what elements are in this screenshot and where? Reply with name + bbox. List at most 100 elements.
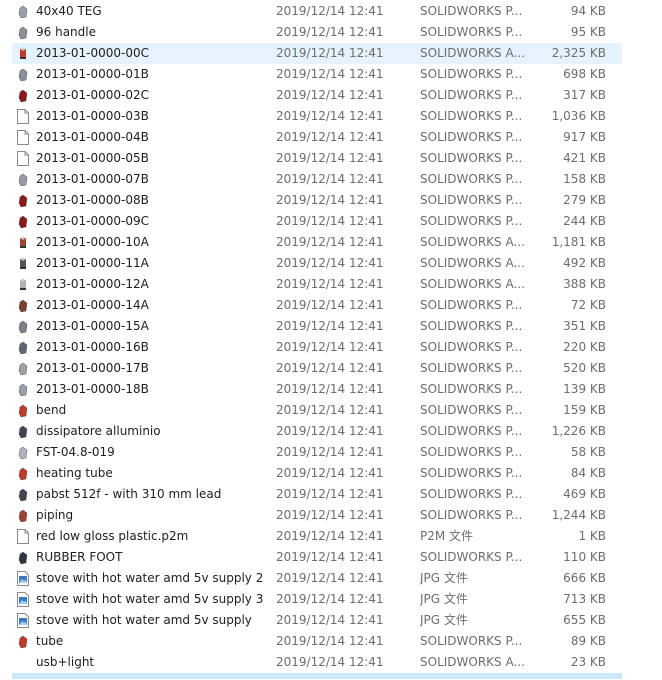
file-name: 2013-01-0000-05B — [36, 151, 149, 165]
file-name: pabst 512f - with 310 mm lead — [36, 487, 222, 501]
file-size: 469 KB — [563, 487, 606, 501]
file-row[interactable]: bend 2019/12/14 12:41 SOLIDWORKS P... 159 K… — [12, 400, 622, 421]
file-row[interactable]: 2013-01-0000-15A 2019/12/14 12:41 SOLIDWOR… — [12, 316, 622, 337]
file-row[interactable]: 2013-01-0000-14A 2019/12/14 12:41 SOLIDWOR… — [12, 295, 622, 316]
file-row[interactable]: pabst 512f - with 310 mm lead 2019/12/14 … — [12, 484, 622, 505]
file-row[interactable]: piping 2019/12/14 12:41 SOLIDWORKS P... 1,2… — [12, 505, 622, 526]
file-type: SOLIDWORKS P... — [420, 319, 523, 333]
file-type: SOLIDWORKS P... — [420, 172, 523, 186]
file-date: 2019/12/14 12:41 — [276, 151, 384, 165]
file-type: SOLIDWORKS P... — [420, 298, 523, 312]
file-size: 220 KB — [563, 340, 606, 354]
file-name: 2013-01-0000-03B — [36, 109, 149, 123]
file-date: 2019/12/14 12:41 — [276, 550, 384, 564]
file-row[interactable]: 96 handle 2019/12/14 12:41 SOLIDWORKS P...… — [12, 22, 622, 43]
part-icon — [15, 338, 31, 357]
part-icon — [15, 380, 31, 399]
file-row[interactable]: 2013-01-0000-11A 2019/12/14 12:41 SOLIDWOR… — [12, 253, 622, 274]
part-icon — [15, 296, 31, 315]
file-date: 2019/12/14 12:41 — [276, 634, 384, 648]
file-date: 2019/12/14 12:41 — [276, 172, 384, 186]
file-type: SOLIDWORKS P... — [420, 25, 523, 39]
file-name: 2013-01-0000-12A — [36, 277, 149, 291]
file-row[interactable]: stove with hot water amd 5v supply 2019/1… — [12, 610, 622, 631]
file-row[interactable]: 2013-01-0000-01B 2019/12/14 12:41 SOLIDWOR… — [12, 64, 622, 85]
file-size: 279 KB — [563, 193, 606, 207]
file-type: SOLIDWORKS P... — [420, 508, 523, 522]
file-type: SOLIDWORKS P... — [420, 214, 523, 228]
file-name: FST-04.8-019 — [36, 445, 115, 459]
file-date: 2019/12/14 12:41 — [276, 277, 384, 291]
file-name: 2013-01-0000-15A — [36, 319, 149, 333]
file-name: stove with hot water amd 5v supply 2 — [36, 571, 264, 585]
file-row[interactable]: 2013-01-0000-10A 2019/12/14 12:41 SOLIDWOR… — [12, 232, 622, 253]
file-row[interactable]: tube 2019/12/14 12:41 SOLIDWORKS P... 89 KB — [12, 631, 622, 652]
file-row[interactable]: 2013-01-0000-12A 2019/12/14 12:41 SOLIDWOR… — [12, 274, 622, 295]
part-icon — [15, 359, 31, 378]
file-size: 158 KB — [563, 172, 606, 186]
file-type: SOLIDWORKS A... — [420, 46, 525, 60]
file-name: stove with hot water amd 5v supply — [36, 613, 252, 627]
file-row[interactable]: 2013-01-0000-05B 2019/12/14 12:41 SOLIDWOR… — [12, 148, 622, 169]
part-icon — [15, 506, 31, 525]
file-name: 2013-01-0000-02C — [36, 88, 149, 102]
file-row[interactable]: dissipatore alluminio 2019/12/14 12:41 SOL… — [12, 421, 622, 442]
file-name: 40x40 TEG — [36, 4, 102, 18]
file-row[interactable]: usb+light 2019/12/14 12:41 SOLIDWORKS A...… — [12, 652, 622, 673]
assembly-icon — [15, 44, 31, 63]
file-type: SOLIDWORKS P... — [420, 88, 523, 102]
file-type: SOLIDWORKS A... — [420, 277, 525, 291]
file-name: heating tube — [36, 466, 113, 480]
file-size: 95 KB — [570, 25, 606, 39]
file-size: 655 KB — [563, 613, 606, 627]
file-row-partial[interactable] — [12, 673, 622, 679]
file-date: 2019/12/14 12:41 — [276, 67, 384, 81]
file-date: 2019/12/14 12:41 — [276, 109, 384, 123]
file-date: 2019/12/14 12:41 — [276, 25, 384, 39]
file-type: SOLIDWORKS P... — [420, 151, 523, 165]
file-row[interactable]: RUBBER FOOT 2019/12/14 12:41 SOLIDWORKS P.… — [12, 547, 622, 568]
file-date: 2019/12/14 12:41 — [276, 361, 384, 375]
file-date: 2019/12/14 12:41 — [276, 235, 384, 249]
file-size: 1,244 KB — [551, 508, 606, 522]
blank-file-icon — [15, 149, 31, 168]
blank-file-icon — [15, 128, 31, 147]
file-size: 1 KB — [578, 529, 606, 543]
file-row[interactable]: 40x40 TEG 2019/12/14 12:41 SOLIDWORKS P...… — [12, 1, 622, 22]
file-row[interactable]: red low gloss plastic.p2m 2019/12/14 12:4… — [12, 526, 622, 547]
file-row[interactable]: 2013-01-0000-03B 2019/12/14 12:41 SOLIDWOR… — [12, 106, 622, 127]
file-row[interactable]: 2013-01-0000-04B 2019/12/14 12:41 SOLIDWOR… — [12, 127, 622, 148]
file-type: SOLIDWORKS A... — [420, 256, 525, 270]
file-row[interactable]: 2013-01-0000-02C 2019/12/14 12:41 SOLIDWOR… — [12, 85, 622, 106]
file-row[interactable]: stove with hot water amd 5v supply 2 2019… — [12, 568, 622, 589]
file-row[interactable]: 2013-01-0000-08B 2019/12/14 12:41 SOLIDWOR… — [12, 190, 622, 211]
file-row[interactable]: 2013-01-0000-16B 2019/12/14 12:41 SOLIDWOR… — [12, 337, 622, 358]
file-row[interactable]: 2013-01-0000-00C 2019/12/14 12:41 SOLIDWOR… — [12, 43, 622, 64]
file-name: 2013-01-0000-18B — [36, 382, 149, 396]
file-row[interactable]: stove with hot water amd 5v supply 3 2019… — [12, 589, 622, 610]
part-icon — [15, 443, 31, 462]
file-name: tube — [36, 634, 64, 648]
file-row[interactable]: 2013-01-0000-17B 2019/12/14 12:41 SOLIDWOR… — [12, 358, 622, 379]
file-date: 2019/12/14 12:41 — [276, 130, 384, 144]
file-date: 2019/12/14 12:41 — [276, 592, 384, 606]
file-date: 2019/12/14 12:41 — [276, 403, 384, 417]
part-icon — [15, 464, 31, 483]
file-type: SOLIDWORKS P... — [420, 424, 523, 438]
file-row[interactable]: FST-04.8-019 2019/12/14 12:41 SOLIDWORKS P… — [12, 442, 622, 463]
file-type: SOLIDWORKS P... — [420, 487, 523, 501]
file-name: 2013-01-0000-09C — [36, 214, 149, 228]
part-icon — [15, 485, 31, 504]
part-icon — [15, 317, 31, 336]
file-row[interactable]: 2013-01-0000-09C 2019/12/14 12:41 SOLIDWOR… — [12, 211, 622, 232]
file-type: SOLIDWORKS P... — [420, 634, 523, 648]
file-date: 2019/12/14 12:41 — [276, 508, 384, 522]
file-type: SOLIDWORKS A... — [420, 235, 525, 249]
file-row[interactable]: 2013-01-0000-18B 2019/12/14 12:41 SOLIDWOR… — [12, 379, 622, 400]
image-file-icon — [15, 590, 31, 609]
file-size: 1,181 KB — [551, 235, 606, 249]
file-name: 2013-01-0000-10A — [36, 235, 149, 249]
file-row[interactable]: 2013-01-0000-07B 2019/12/14 12:41 SOLIDWOR… — [12, 169, 622, 190]
file-row[interactable]: heating tube 2019/12/14 12:41 SOLIDWORKS P… — [12, 463, 622, 484]
blank-file-icon — [15, 527, 31, 546]
